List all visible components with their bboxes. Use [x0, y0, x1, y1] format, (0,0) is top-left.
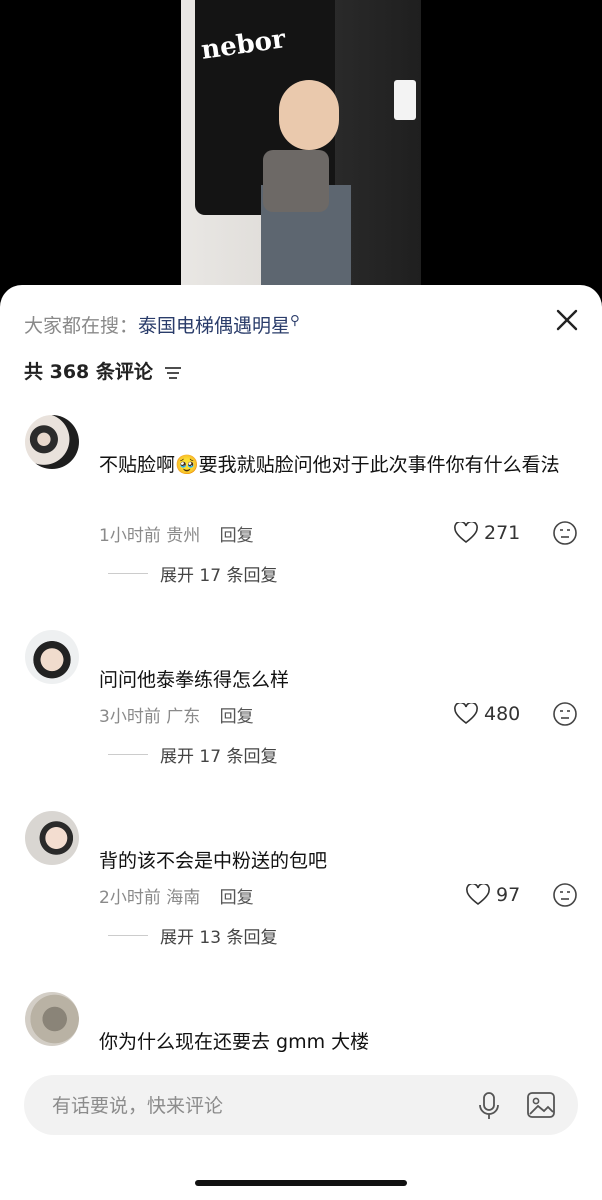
heart-icon — [454, 522, 478, 544]
home-indicator[interactable] — [195, 1180, 407, 1186]
expand-replies-label: 展开 17 条回复 — [160, 566, 278, 586]
comment-time: 2小时前 — [99, 888, 161, 908]
expand-replies[interactable]: 展开 13 条回复 — [108, 923, 277, 948]
video-player[interactable]: nebor — [0, 0, 602, 300]
comment-location: 海南 — [166, 888, 201, 908]
mic-icon[interactable] — [476, 1091, 502, 1121]
expand-replies[interactable]: 展开 17 条回复 — [108, 561, 277, 586]
comment-meta: 3小时前 广东 回复 — [99, 702, 254, 727]
comments-sheet: 大家都在搜：泰国电梯偶遇明星⚲ 共 368 条评论 不贴脸啊🥹要我就贴脸问他对于… — [0, 285, 602, 1200]
comment-text: 你为什么现在还要去 gmm 大楼 — [99, 1031, 370, 1053]
expand-replies[interactable]: 展开 17 条回复 — [108, 742, 277, 767]
elevator-sticker — [394, 80, 416, 120]
comment-text: 背的该不会是中粉送的包吧 — [99, 850, 328, 872]
avatar[interactable] — [25, 630, 79, 684]
reply-button[interactable]: 回复 — [220, 888, 254, 908]
reply-button[interactable]: 回复 — [220, 526, 254, 546]
comment-text: 问问他泰拳练得怎么样 — [99, 669, 290, 691]
comment-meta: 2小时前 海南 回复 — [99, 883, 254, 908]
like-button[interactable]: 271 — [454, 521, 520, 545]
hot-search-label: 大家都在搜： — [24, 315, 139, 337]
comment-input-bar — [24, 1075, 578, 1137]
divider — [108, 935, 148, 936]
heart-icon — [454, 703, 478, 725]
dislike-icon[interactable] — [552, 701, 578, 727]
comment-time: 3小时前 — [99, 707, 161, 727]
like-button[interactable]: 480 — [454, 702, 520, 726]
expand-replies-label: 展开 13 条回复 — [160, 928, 278, 948]
comment-input[interactable] — [50, 1075, 454, 1137]
divider — [108, 573, 148, 574]
image-icon[interactable] — [526, 1090, 556, 1120]
expand-replies-label: 展开 17 条回复 — [160, 747, 278, 767]
comment-location: 广东 — [166, 707, 201, 727]
handbag — [263, 150, 329, 212]
hot-search-term[interactable]: 泰国电梯偶遇明星 — [138, 315, 290, 337]
heart-icon — [466, 884, 490, 906]
avatar[interactable] — [25, 415, 79, 469]
close-icon[interactable] — [552, 305, 582, 335]
avatar[interactable] — [25, 811, 79, 865]
like-count: 271 — [484, 522, 521, 544]
comment-time: 1小时前 — [99, 526, 161, 546]
like-count: 480 — [484, 703, 521, 725]
video-frame: nebor — [181, 0, 421, 290]
divider — [108, 754, 148, 755]
comment-location: 贵州 — [166, 526, 201, 546]
comment-count: 共 368 条评论 — [24, 357, 182, 384]
like-count: 97 — [496, 884, 521, 906]
comment-count-text: 共 368 条评论 — [24, 361, 153, 383]
like-button[interactable]: 97 — [466, 883, 520, 907]
avatar[interactable] — [25, 992, 79, 1046]
dislike-icon[interactable] — [552, 520, 578, 546]
search-mark-icon: ⚲ — [290, 313, 300, 329]
reply-button[interactable]: 回复 — [220, 707, 254, 727]
comment-text: 不贴脸啊🥹要我就贴脸问他对于此次事件你有什么看法 — [99, 454, 560, 476]
sort-icon[interactable] — [164, 365, 182, 381]
dislike-icon[interactable] — [552, 882, 578, 908]
comment-meta: 1小时前 贵州 回复 — [99, 521, 254, 546]
person-arm — [279, 80, 339, 150]
hot-search[interactable]: 大家都在搜：泰国电梯偶遇明星⚲ — [24, 311, 300, 338]
